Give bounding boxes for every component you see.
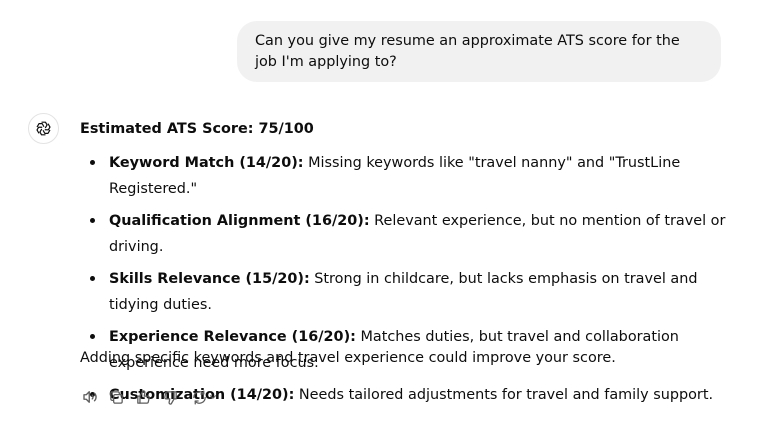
user-message-bubble: Can you give my resume an approximate AT… (237, 21, 721, 82)
copy-icon (110, 390, 123, 404)
thumbs-down-icon (164, 390, 177, 405)
item-heading: Keyword Match (14/20): (109, 155, 304, 171)
list-item: Skills Relevance (15/20): Strong in chil… (80, 266, 740, 318)
good-response-button[interactable] (134, 387, 153, 407)
item-text: Needs tailored adjustments for travel an… (294, 387, 714, 403)
response-title: Estimated ATS Score: 75/100 (80, 121, 314, 137)
item-heading: Skills Relevance (15/20): (109, 271, 310, 287)
response-closing-text: Adding specific keywords and travel expe… (80, 350, 616, 366)
list-item: Qualification Alignment (16/20): Relevan… (80, 208, 740, 260)
copy-button[interactable] (107, 387, 126, 407)
chevron-down-icon (209, 395, 216, 399)
read-aloud-button[interactable] (80, 387, 99, 407)
assistant-avatar (28, 113, 59, 144)
regenerate-icon (192, 389, 206, 405)
bad-response-button[interactable] (161, 387, 180, 407)
item-heading: Qualification Alignment (16/20): (109, 213, 370, 229)
regenerate-button[interactable] (188, 387, 220, 407)
user-message-text: Can you give my resume an approximate AT… (255, 33, 680, 70)
item-heading: Experience Relevance (16/20): (109, 329, 356, 345)
speaker-icon (82, 391, 97, 403)
thumbs-up-icon (137, 389, 150, 404)
openai-logo-icon (36, 121, 51, 136)
score-breakdown-list: Keyword Match (14/20): Missing keywords … (80, 150, 740, 414)
list-item: Keyword Match (14/20): Missing keywords … (80, 150, 740, 202)
message-actions-bar (80, 387, 220, 407)
